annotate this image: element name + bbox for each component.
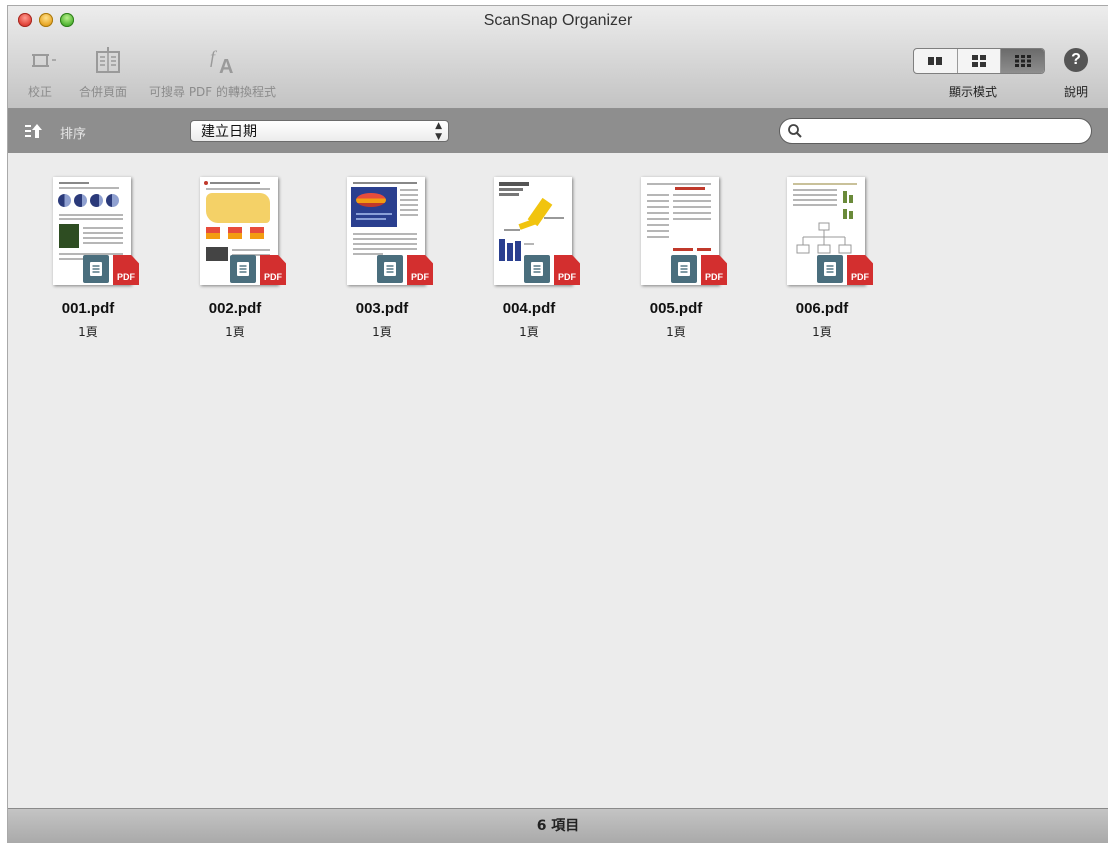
file-thumbnail[interactable]: PDF bbox=[43, 174, 139, 289]
file-thumbnail[interactable]: PDF bbox=[337, 174, 433, 289]
merge-pages-icon bbox=[96, 47, 120, 73]
font-convert-icon: f A bbox=[210, 47, 233, 76]
help-label: 說明 bbox=[1064, 85, 1089, 99]
document-badge-icon bbox=[817, 255, 843, 283]
svg-text:f: f bbox=[210, 47, 218, 67]
document-badge-icon bbox=[230, 255, 256, 283]
document-badge-icon bbox=[671, 255, 697, 283]
select-arrows-icon: ▲ ▼ bbox=[435, 121, 442, 142]
filter-bar: 排序 建立日期 ▲ ▼ bbox=[8, 109, 1108, 153]
sort-select-value: 建立日期 bbox=[201, 124, 257, 140]
file-page-count: 1頁 bbox=[225, 325, 245, 339]
file-thumbnail[interactable]: PDF bbox=[484, 174, 580, 289]
sort-select[interactable]: 建立日期 ▲ ▼ bbox=[190, 120, 449, 142]
search-field[interactable] bbox=[779, 118, 1092, 144]
view-columns-icon bbox=[928, 57, 943, 65]
file-thumbnail[interactable]: PDF bbox=[777, 174, 873, 289]
view-mode-grid-small[interactable] bbox=[1001, 49, 1044, 73]
pdf-badge-icon: PDF bbox=[260, 255, 286, 285]
merge-pages-label: 合併頁面 bbox=[79, 85, 128, 99]
view-mode-columns[interactable] bbox=[914, 49, 958, 73]
file-item[interactable]: PDF 005.pdf 1頁 bbox=[616, 174, 736, 340]
help-icon: ? bbox=[1071, 51, 1081, 68]
sort-label: 排序 bbox=[60, 127, 87, 142]
svg-text:A: A bbox=[219, 56, 233, 76]
view-grid-medium-icon bbox=[972, 55, 986, 67]
window-title: ScanSnap Organizer bbox=[483, 12, 633, 29]
view-mode-grid-medium[interactable] bbox=[958, 49, 1002, 73]
file-page-count: 1頁 bbox=[666, 325, 686, 339]
file-name: 001.pdf bbox=[61, 300, 115, 317]
file-thumbnail[interactable]: PDF bbox=[190, 174, 286, 289]
file-item[interactable]: PDF 003.pdf 1頁 bbox=[322, 174, 442, 340]
file-item[interactable]: PDF 006.pdf 1頁 bbox=[762, 174, 882, 340]
app-window: ScanSnap Organizer 校正 合併頁面 f A 可搜尋 PDF 的… bbox=[8, 6, 1108, 843]
file-name: 006.pdf bbox=[795, 300, 849, 317]
file-name: 002.pdf bbox=[208, 300, 262, 317]
pdf-badge-icon: PDF bbox=[847, 255, 873, 285]
item-count: 6 項目 bbox=[536, 818, 580, 834]
pdf-badge-icon: PDF bbox=[701, 255, 727, 285]
sort-ascending-icon[interactable] bbox=[24, 123, 44, 143]
file-page-count: 1頁 bbox=[78, 325, 98, 339]
search-icon bbox=[788, 124, 802, 138]
document-badge-icon bbox=[83, 255, 109, 283]
document-badge-icon bbox=[377, 255, 403, 283]
file-item[interactable]: PDF 001.pdf 1頁 bbox=[28, 174, 148, 340]
correct-label: 校正 bbox=[28, 85, 53, 99]
file-browser: PDF 001.pdf 1頁 PDF 002.pdf 1頁 PDF 003.pd… bbox=[8, 153, 1108, 808]
view-mode-label: 顯示模式 bbox=[949, 85, 998, 99]
file-name: 003.pdf bbox=[355, 300, 409, 317]
document-badge-icon bbox=[524, 255, 550, 283]
file-thumbnail[interactable]: PDF bbox=[631, 174, 727, 289]
crop-frame-icon bbox=[32, 54, 56, 67]
pdf-badge-icon: PDF bbox=[554, 255, 580, 285]
file-name: 005.pdf bbox=[649, 300, 703, 317]
help-button[interactable]: ? bbox=[1064, 48, 1088, 72]
file-page-count: 1頁 bbox=[812, 325, 832, 339]
toolbar: ScanSnap Organizer 校正 合併頁面 f A 可搜尋 PDF 的… bbox=[8, 6, 1108, 109]
status-bar: 6 項目 bbox=[8, 808, 1108, 843]
search-input[interactable] bbox=[806, 122, 1086, 142]
file-page-count: 1頁 bbox=[372, 325, 392, 339]
file-page-count: 1頁 bbox=[519, 325, 539, 339]
file-item[interactable]: PDF 002.pdf 1頁 bbox=[175, 174, 295, 340]
pdf-badge-icon: PDF bbox=[407, 255, 433, 285]
pdf-badge-icon: PDF bbox=[113, 255, 139, 285]
file-item[interactable]: PDF 004.pdf 1頁 bbox=[469, 174, 589, 340]
view-mode-control[interactable] bbox=[913, 48, 1045, 74]
searchable-pdf-converter-label: 可搜尋 PDF 的轉換程式 bbox=[149, 85, 277, 99]
view-grid-small-icon bbox=[1014, 55, 1031, 67]
file-name: 004.pdf bbox=[502, 300, 556, 317]
